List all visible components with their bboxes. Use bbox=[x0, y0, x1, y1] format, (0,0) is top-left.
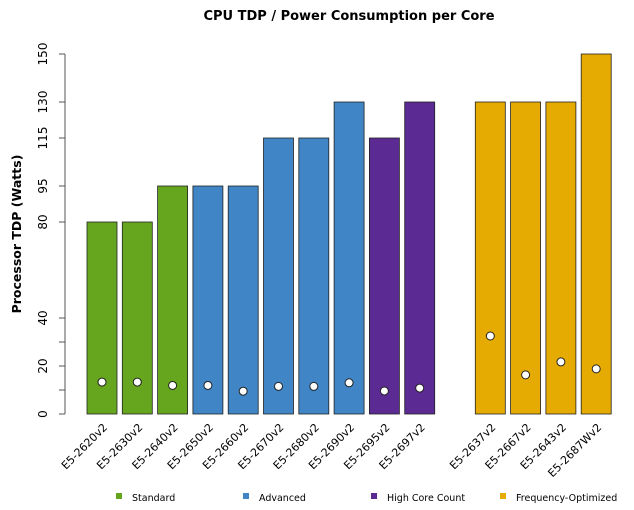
bar bbox=[510, 101, 542, 415]
bar bbox=[545, 101, 577, 415]
data-point bbox=[521, 370, 531, 380]
y-tick-label: 130 bbox=[36, 91, 50, 114]
data-point bbox=[344, 378, 354, 388]
data-point bbox=[415, 383, 425, 393]
y-tick-label: 20 bbox=[36, 358, 50, 373]
data-point bbox=[168, 380, 178, 390]
legend-label: Advanced bbox=[259, 493, 306, 504]
legend-swatch bbox=[243, 493, 249, 499]
legend: Standard Advanced High Core Count Frequency… bbox=[116, 493, 617, 504]
legend-label: Standard bbox=[132, 493, 175, 504]
data-point bbox=[309, 381, 319, 391]
x-axis-labels: E5-2620v2E5-2630v2E5-2640v2E5-2650v2E5-2… bbox=[59, 421, 604, 480]
legend-swatch bbox=[371, 493, 377, 499]
legend-label: High Core Count bbox=[387, 493, 465, 504]
y-tick-label: 115 bbox=[36, 127, 50, 150]
data-point bbox=[238, 386, 248, 396]
bar bbox=[192, 185, 224, 415]
data-point bbox=[485, 331, 495, 341]
legend-swatch bbox=[500, 493, 506, 499]
y-tick-label: 80 bbox=[36, 214, 50, 229]
y-axis-label: Processor TDP (Watts) bbox=[9, 155, 24, 314]
bar bbox=[157, 185, 189, 415]
data-point bbox=[556, 357, 566, 367]
data-point bbox=[591, 364, 601, 374]
y-tick-label: 40 bbox=[36, 310, 50, 325]
legend-swatch bbox=[116, 493, 122, 499]
data-point bbox=[274, 381, 283, 391]
data-point bbox=[132, 377, 142, 387]
bar bbox=[227, 185, 259, 415]
bar bbox=[368, 137, 400, 415]
bar bbox=[333, 101, 365, 415]
legend-label: Frequency-Optimized bbox=[516, 493, 617, 504]
bar bbox=[298, 137, 330, 415]
y-tick-label: 150 bbox=[36, 43, 50, 66]
bar bbox=[474, 101, 506, 415]
data-point bbox=[97, 377, 107, 387]
data-point bbox=[203, 380, 213, 390]
bar bbox=[404, 101, 436, 415]
data-point bbox=[379, 386, 389, 396]
bar bbox=[580, 53, 612, 415]
bars bbox=[86, 53, 612, 415]
bar bbox=[263, 137, 294, 415]
chart-title: CPU TDP / Power Consumption per Core bbox=[203, 9, 494, 24]
chart: CPU TDP / Power Consumption per Core Pro… bbox=[9, 9, 617, 504]
y-tick-label: 95 bbox=[36, 178, 50, 193]
y-tick-label: 0 bbox=[36, 410, 50, 418]
y-axis: 0 20 40 80 95 115 130 150 bbox=[36, 43, 66, 418]
